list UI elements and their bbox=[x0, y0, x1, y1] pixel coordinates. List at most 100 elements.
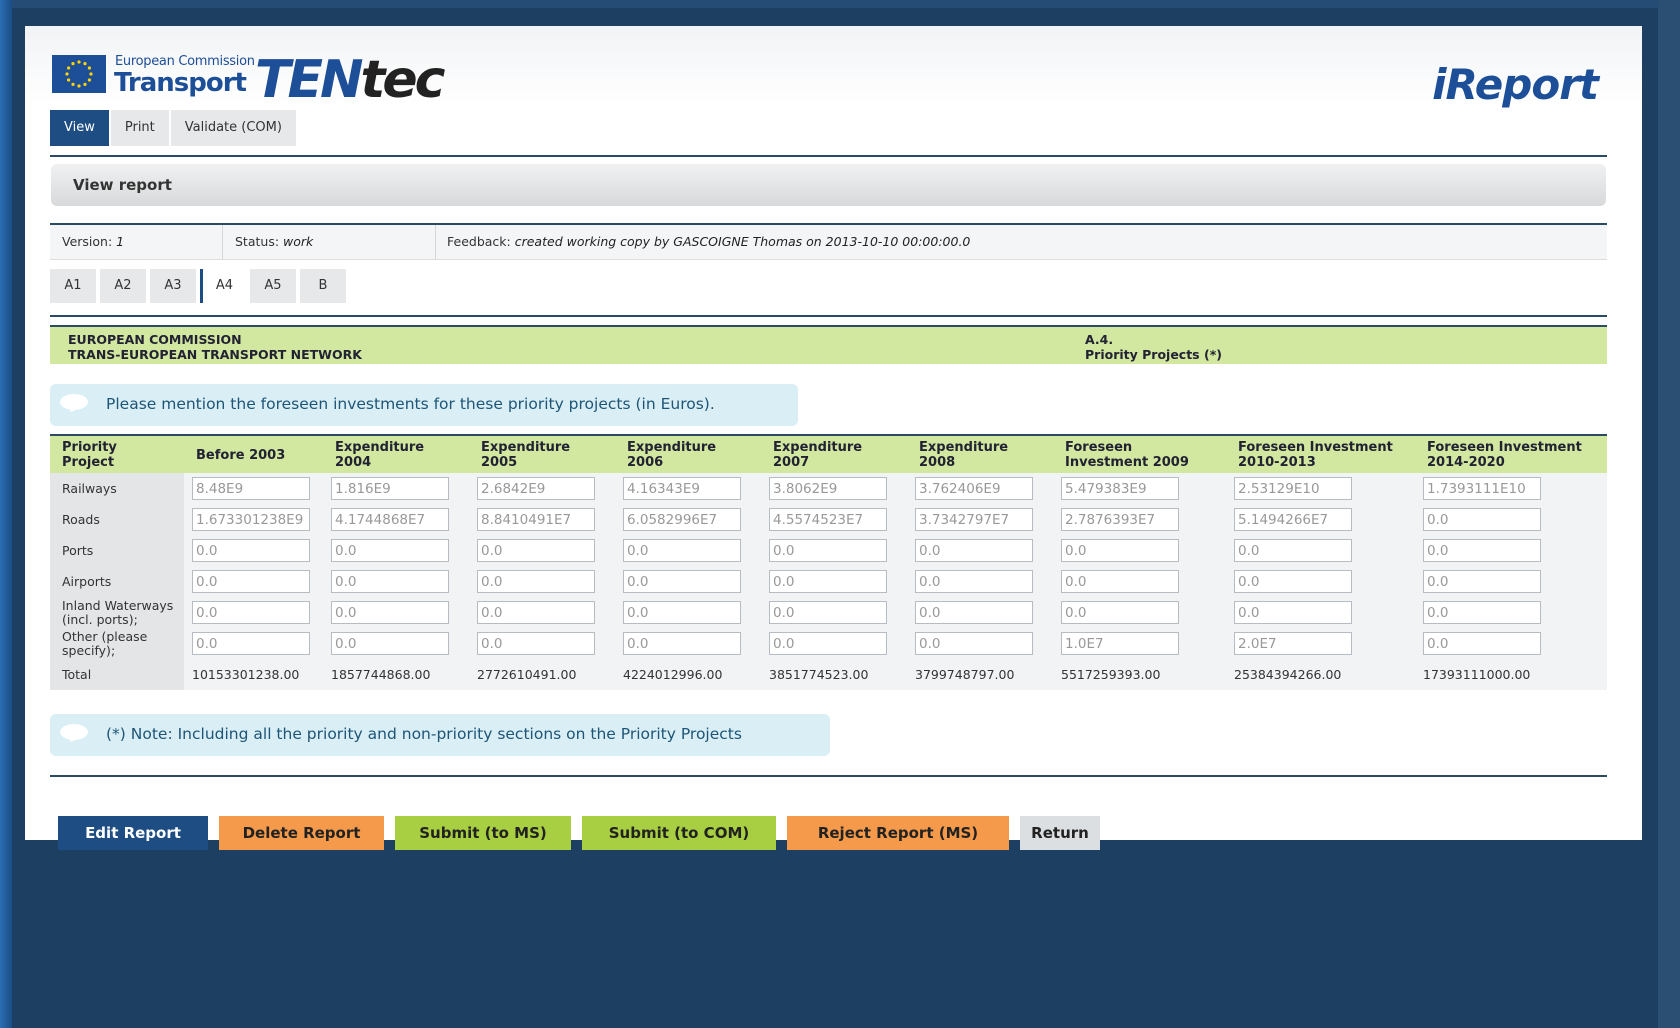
value-input[interactable]: 5.1494266E7 bbox=[1234, 508, 1352, 531]
value-cell: 3.7342797E7 bbox=[907, 504, 1053, 535]
value-input[interactable]: 2.53129E10 bbox=[1234, 477, 1352, 500]
value-input[interactable]: 3.762406E9 bbox=[915, 477, 1033, 500]
value-cell: 0.0 bbox=[184, 628, 323, 659]
value-input[interactable]: 0.0 bbox=[192, 539, 310, 562]
value-input[interactable]: 0.0 bbox=[192, 632, 310, 655]
value-input[interactable]: 0.0 bbox=[477, 570, 595, 593]
column-header: Expenditure 2007 bbox=[761, 434, 907, 473]
header-line: Priority bbox=[62, 440, 117, 455]
value-cell: 5.1494266E7 bbox=[1226, 504, 1415, 535]
value-input[interactable]: 0.0 bbox=[192, 570, 310, 593]
value-input[interactable]: 0.0 bbox=[769, 570, 887, 593]
value-input[interactable]: 0.0 bbox=[1234, 539, 1352, 562]
delete-report-button[interactable]: Delete Report bbox=[219, 816, 384, 850]
tab-b[interactable]: B bbox=[300, 269, 346, 303]
value-input[interactable]: 0.0 bbox=[1423, 539, 1541, 562]
value-cell: 0.0 bbox=[615, 597, 761, 628]
value-input[interactable]: 0.0 bbox=[915, 539, 1033, 562]
value-cell: 0.0 bbox=[1415, 566, 1607, 597]
value-input[interactable]: 0.0 bbox=[1234, 601, 1352, 624]
value-cell: 2.7876393E7 bbox=[1053, 504, 1226, 535]
value-input[interactable]: 0.0 bbox=[915, 601, 1033, 624]
value-input[interactable]: 1.816E9 bbox=[331, 477, 449, 500]
scrollbar[interactable] bbox=[1658, 0, 1680, 1028]
value-input[interactable]: 0.0 bbox=[192, 601, 310, 624]
band-network: TRANS-EUROPEAN TRANSPORT NETWORK bbox=[68, 347, 362, 362]
value-input[interactable]: 4.16343E9 bbox=[623, 477, 741, 500]
value-input[interactable]: 0.0 bbox=[623, 570, 741, 593]
value-input[interactable]: 0.0 bbox=[477, 601, 595, 624]
value-input[interactable]: 0.0 bbox=[623, 539, 741, 562]
value-input[interactable]: 0.0 bbox=[477, 632, 595, 655]
submit-to-com-button[interactable]: Submit (to COM) bbox=[582, 816, 776, 850]
value-input[interactable]: 2.6842E9 bbox=[477, 477, 595, 500]
value-input[interactable]: 3.8062E9 bbox=[769, 477, 887, 500]
value-cell: 0.0 bbox=[184, 566, 323, 597]
header-line: Expenditure bbox=[627, 440, 717, 455]
value-input[interactable]: 0.0 bbox=[331, 570, 449, 593]
value-input[interactable]: 2.0E7 bbox=[1234, 632, 1352, 655]
value-input[interactable]: 0.0 bbox=[769, 601, 887, 624]
value-cell: 3.762406E9 bbox=[907, 473, 1053, 504]
value-input[interactable]: 0.0 bbox=[1423, 570, 1541, 593]
value-input[interactable]: 0.0 bbox=[1061, 570, 1179, 593]
value-input[interactable]: 5.479383E9 bbox=[1061, 477, 1179, 500]
value-input[interactable]: 8.8410491E7 bbox=[477, 508, 595, 531]
tab-view[interactable]: View bbox=[50, 110, 109, 146]
header-line: Before 2003 bbox=[196, 447, 286, 463]
value-cell: 0.0 bbox=[323, 628, 469, 659]
total-value: 3851774523.00 bbox=[761, 659, 907, 690]
value-input[interactable]: 0.0 bbox=[915, 570, 1033, 593]
value-input[interactable]: 0.0 bbox=[331, 632, 449, 655]
value-input[interactable]: 0.0 bbox=[1423, 632, 1541, 655]
value-input[interactable]: 0.0 bbox=[477, 539, 595, 562]
value-input[interactable]: 4.5574523E7 bbox=[769, 508, 887, 531]
tab-print[interactable]: Print bbox=[110, 110, 169, 146]
tab-a1[interactable]: A1 bbox=[50, 269, 96, 303]
value-input[interactable]: 0.0 bbox=[1234, 570, 1352, 593]
header: European Commission Transport TENtec iRe… bbox=[25, 26, 1642, 109]
value-input[interactable]: 8.48E9 bbox=[192, 477, 310, 500]
report-page: European Commission Transport TENtec iRe… bbox=[25, 26, 1642, 850]
value-input[interactable]: 0.0 bbox=[331, 601, 449, 624]
table-row: Inland Waterways (incl. ports); 0.0 0.0 0.0… bbox=[50, 597, 1607, 628]
reject-report-button[interactable]: Reject Report (MS) bbox=[787, 816, 1009, 850]
value-input[interactable]: 0.0 bbox=[623, 632, 741, 655]
tab-a4[interactable]: A4 bbox=[200, 269, 246, 303]
edit-report-button[interactable]: Edit Report bbox=[58, 816, 208, 850]
value-input[interactable]: 0.0 bbox=[1061, 539, 1179, 562]
value-input[interactable]: 3.7342797E7 bbox=[915, 508, 1033, 531]
value-input[interactable]: 1.7393111E10 bbox=[1423, 477, 1541, 500]
row-label: Railways bbox=[50, 473, 184, 504]
footnote-note: (*) Note: Including all the priority and… bbox=[50, 714, 830, 756]
row-label: Inland Waterways (incl. ports); bbox=[50, 597, 184, 628]
value-cell: 0.0 bbox=[907, 628, 1053, 659]
feedback-info: Feedback: created working copy by GASCOI… bbox=[447, 234, 970, 249]
value-input[interactable]: 1.673301238E9 bbox=[192, 508, 310, 531]
value-input[interactable]: 4.1744868E7 bbox=[331, 508, 449, 531]
band-left: EUROPEAN COMMISSION TRANS-EUROPEAN TRANS… bbox=[68, 332, 362, 362]
value-input[interactable]: 0.0 bbox=[1423, 508, 1541, 531]
tab-validate[interactable]: Validate (COM) bbox=[170, 110, 296, 146]
value-input[interactable]: 0.0 bbox=[769, 539, 887, 562]
feedback-label: Feedback: bbox=[447, 234, 511, 249]
value-input[interactable]: 2.7876393E7 bbox=[1061, 508, 1179, 531]
value-input[interactable]: 1.0E7 bbox=[1061, 632, 1179, 655]
return-button[interactable]: Return bbox=[1020, 816, 1100, 850]
header-line: Investment 2009 bbox=[1065, 455, 1189, 470]
tab-a5[interactable]: A5 bbox=[250, 269, 296, 303]
value-input[interactable]: 0.0 bbox=[1061, 601, 1179, 624]
value-input[interactable]: 0.0 bbox=[331, 539, 449, 562]
value-input[interactable]: 0.0 bbox=[915, 632, 1033, 655]
header-line: Expenditure bbox=[335, 440, 425, 455]
value-input[interactable]: 0.0 bbox=[623, 601, 741, 624]
section-tabs: A1 A2 A3 A4 A5 B bbox=[50, 269, 350, 303]
tab-a3[interactable]: A3 bbox=[150, 269, 196, 303]
submit-to-ms-button[interactable]: Submit (to MS) bbox=[395, 816, 571, 850]
tentec-logo: TENtec bbox=[255, 52, 445, 108]
value-input[interactable]: 0.0 bbox=[1423, 601, 1541, 624]
tab-a2[interactable]: A2 bbox=[100, 269, 146, 303]
value-input[interactable]: 6.0582996E7 bbox=[623, 508, 741, 531]
value-input[interactable]: 0.0 bbox=[769, 632, 887, 655]
header-line: 2014-2020 bbox=[1427, 455, 1505, 470]
